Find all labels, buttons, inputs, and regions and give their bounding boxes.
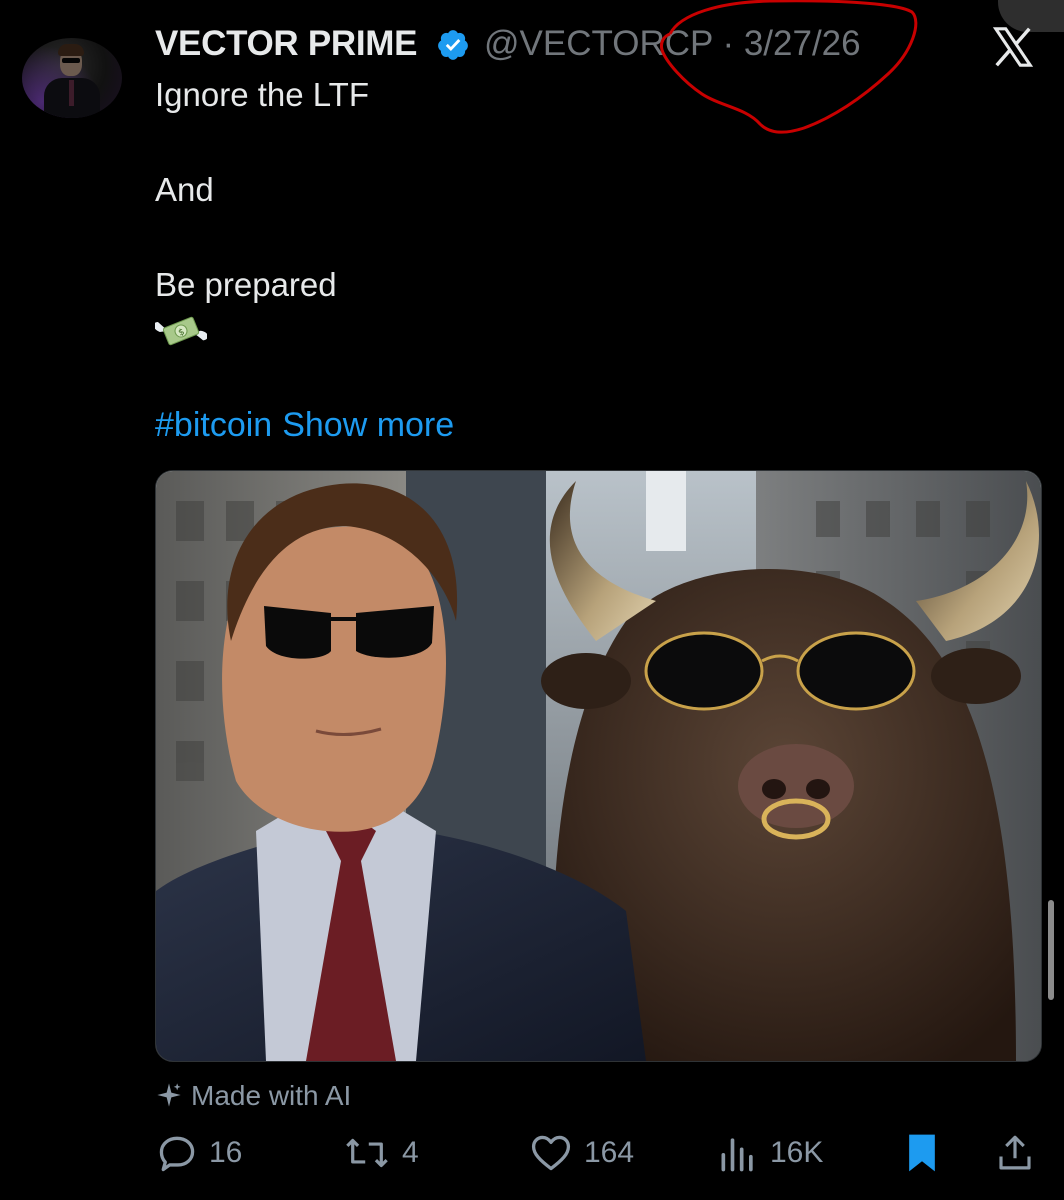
share-icon (999, 1135, 1031, 1170)
bookmark-icon (909, 1134, 935, 1172)
repost-icon (346, 1138, 388, 1168)
tweet-links: #bitcoin Show more (155, 406, 464, 445)
image-illustration (156, 471, 1041, 1061)
x-logo-icon[interactable] (990, 24, 1036, 70)
reply-count: 16 (209, 1136, 243, 1169)
avatar-tie (69, 80, 74, 106)
show-more-link[interactable]: Show more (282, 406, 454, 444)
handle-and-date[interactable]: @VECTORCP · 3/27/26 (484, 24, 861, 64)
ai-label: Made with AI (155, 1080, 351, 1112)
reply-button[interactable]: 16 (155, 1128, 242, 1178)
like-count: 164 (584, 1136, 635, 1169)
avatar-sunglasses (62, 58, 80, 63)
tweet-line-2: And (155, 171, 214, 208)
avatar[interactable] (22, 38, 122, 118)
author-name[interactable]: VECTOR PRIME (155, 24, 417, 64)
reply-icon (159, 1136, 195, 1172)
repost-button[interactable]: 4 (342, 1128, 419, 1178)
heart-icon (531, 1135, 571, 1171)
share-button[interactable] (994, 1128, 1046, 1178)
tweet-line-3: Be prepared (155, 266, 337, 303)
verified-badge-icon (438, 30, 468, 60)
ai-label-text: Made with AI (191, 1080, 352, 1111)
views-icon (721, 1138, 753, 1172)
money-with-wings-icon: $ (155, 316, 207, 346)
bookmark-button[interactable] (902, 1128, 952, 1178)
avatar-hair (58, 44, 84, 56)
red-annotation-circle (660, 0, 918, 134)
action-bar: 16 4 164 16K (0, 1128, 1064, 1178)
tweet-line-1: Ignore the LTF (155, 76, 370, 113)
hashtag-link[interactable]: #bitcoin (155, 406, 272, 444)
scrollbar-thumb[interactable] (1048, 900, 1054, 1000)
like-button[interactable]: 164 (528, 1128, 634, 1178)
sparkle-icon (157, 1083, 181, 1107)
repost-count: 4 (402, 1136, 419, 1169)
views-count: 16K (770, 1136, 824, 1169)
views-button[interactable]: 16K (716, 1128, 823, 1178)
tweet-image[interactable] (155, 470, 1042, 1062)
